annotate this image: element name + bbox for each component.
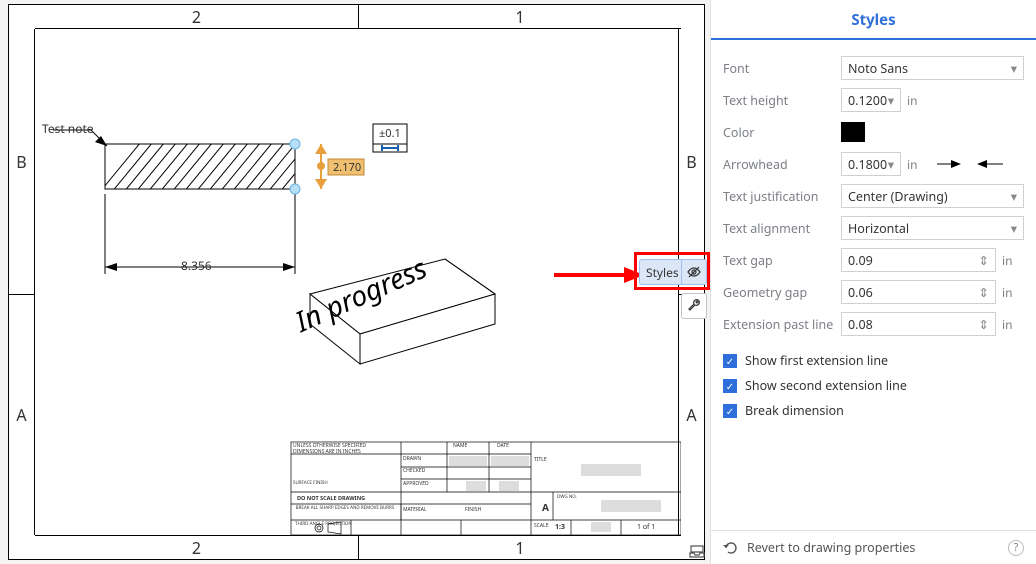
show-first-extension-checkbox[interactable]: ✓ xyxy=(723,354,737,368)
tb-date: DATE xyxy=(497,443,509,449)
tb-proj: THIRD ANGLE PROJECTION xyxy=(295,521,352,527)
styles-panel: Styles Font Noto Sans Text height 0.1200… xyxy=(710,0,1036,564)
show-second-extension-checkbox[interactable]: ✓ xyxy=(723,379,737,393)
wrench-icon xyxy=(686,298,702,314)
arrow-style-b-icon[interactable] xyxy=(977,158,1003,170)
text-justification-select[interactable]: Center (Drawing) xyxy=(841,184,1024,208)
tb-sheet: 1 of 1 xyxy=(637,523,655,532)
tb-break: BREAK ALL SHARP EDGES AND REMOVE BURRS xyxy=(295,505,395,511)
arrowhead-unit: in xyxy=(901,156,929,173)
text-height-unit: in xyxy=(901,92,929,109)
break-dimension-label: Break dimension xyxy=(745,402,844,419)
row-header-B: B xyxy=(9,29,35,295)
color-label: Color xyxy=(723,124,841,141)
arrow-style-a-icon[interactable] xyxy=(937,158,963,170)
test-note: Test note xyxy=(42,120,94,137)
text-height-label: Text height xyxy=(723,92,841,109)
drawing-sheet[interactable]: 2 1 2 1 B A B A xyxy=(8,4,705,560)
geometry-gap-unit: in xyxy=(996,284,1024,301)
tb-name: NAME xyxy=(453,443,467,449)
tolerance: ±0.1 xyxy=(379,126,401,141)
text-alignment-select[interactable]: Horizontal xyxy=(841,216,1024,240)
tb-drawn: DRAWN xyxy=(403,456,421,462)
help-icon[interactable]: ? xyxy=(1008,540,1024,556)
text-gap-input[interactable]: 0.09 xyxy=(841,248,996,272)
text-height-input[interactable]: 0.1200 xyxy=(841,88,901,112)
tb-title: TITLE xyxy=(534,457,547,463)
text-alignment-label: Text alignment xyxy=(723,220,841,237)
row-footer-A: A xyxy=(678,295,704,535)
settings-tool-button[interactable] xyxy=(681,293,707,319)
tray-icon xyxy=(688,542,706,560)
col-header-1: 1 xyxy=(358,5,681,29)
col-footer-2: 2 xyxy=(35,535,358,559)
tb-material: MATERIAL xyxy=(403,507,427,513)
tb-checked: CHECKED xyxy=(403,468,425,474)
styles-tooltip: Styles xyxy=(639,259,685,285)
styles-tool-button[interactable] xyxy=(681,259,707,285)
tb-spec2: DIMENSIONS ARE IN INCHES xyxy=(293,449,361,455)
col-header-2: 2 xyxy=(35,5,358,29)
tb-dwgno: DWG NO. xyxy=(557,494,577,500)
color-swatch[interactable] xyxy=(841,122,865,142)
extension-past-line-input[interactable]: 0.08 xyxy=(841,312,996,336)
dim-height[interactable]: 2.170 xyxy=(333,160,361,175)
tb-no-scale: DO NOT SCALE DRAWING xyxy=(297,494,365,502)
tb-scale: 1:3 xyxy=(555,523,565,532)
tb-size: A xyxy=(542,500,549,514)
style-manager-icon[interactable] xyxy=(684,538,710,564)
font-label: Font xyxy=(723,60,841,77)
extension-past-line-label: Extension past line xyxy=(723,316,841,333)
show-second-extension-label: Show second extension line xyxy=(745,377,907,394)
callout-arrow xyxy=(554,260,644,290)
tb-surface: SURFACE FINISH xyxy=(293,480,328,486)
dim-width: 8.356 xyxy=(181,257,212,274)
panel-title: Styles xyxy=(711,0,1036,40)
extension-past-line-unit: in xyxy=(996,316,1024,333)
text-gap-label: Text gap xyxy=(723,252,841,269)
row-header-A: A xyxy=(9,295,35,535)
arrowhead-label: Arrowhead xyxy=(723,156,841,173)
geometry-gap-input[interactable]: 0.06 xyxy=(841,280,996,304)
text-gap-unit: in xyxy=(996,252,1024,269)
col-footer-1: 1 xyxy=(358,535,681,559)
geometry-gap-label: Geometry gap xyxy=(723,284,841,301)
revert-icon xyxy=(723,540,739,556)
tb-scale-lbl: SCALE xyxy=(534,523,549,529)
tb-approved: APPROVED xyxy=(403,481,429,487)
arrowhead-input[interactable]: 0.1800 xyxy=(841,152,901,176)
break-dimension-checkbox[interactable]: ✓ xyxy=(723,404,737,418)
font-select[interactable]: Noto Sans xyxy=(841,56,1024,80)
revert-button[interactable]: Revert to drawing properties xyxy=(747,539,915,556)
text-justification-label: Text justification xyxy=(723,188,841,205)
eye-off-icon xyxy=(686,264,702,280)
tb-finish: FINISH xyxy=(465,507,481,513)
show-first-extension-label: Show first extension line xyxy=(745,352,888,369)
